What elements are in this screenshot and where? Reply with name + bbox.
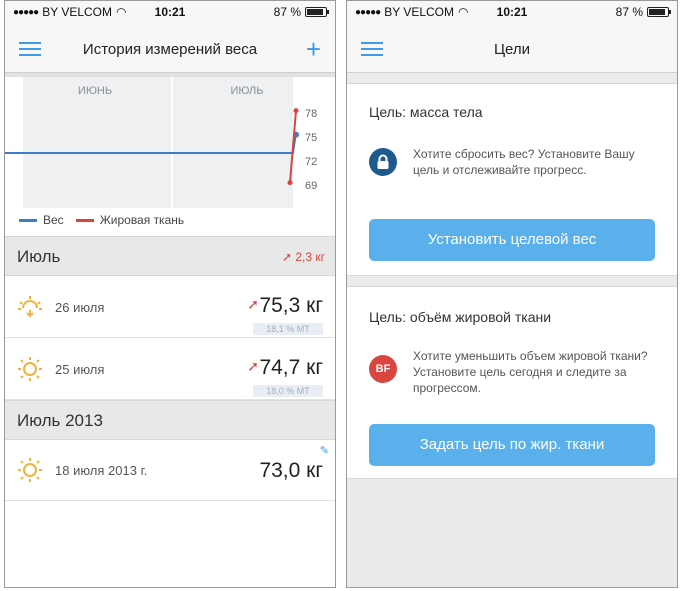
set-body-fat-goal-button[interactable]: Задать цель по жир. ткани bbox=[369, 424, 655, 466]
list-item[interactable]: 26 июля ➚ 75,3 кг 18,1 % МТ bbox=[5, 276, 335, 338]
page-title: Цели bbox=[493, 41, 531, 58]
section-header-july: Июль ➚ 2,3 кг bbox=[5, 236, 335, 276]
goal-description: Хотите уменьшить объем жировой ткани? Ус… bbox=[413, 349, 648, 395]
status-bar: ●●●●● BY VELCOM ◠ 10:21 87 % bbox=[5, 1, 335, 21]
x-tick-label: ИЮЛЬ bbox=[231, 85, 264, 97]
chart-svg: ИЮНЬ ИЮЛЬ 78 75 72 69 bbox=[5, 73, 335, 208]
goal-description: Хотите сбросить вес? Установите Вашу цел… bbox=[413, 147, 635, 177]
row-date: 25 июля bbox=[55, 362, 105, 377]
series-point-fat bbox=[293, 108, 299, 114]
battery-percent: 87 % bbox=[615, 5, 643, 19]
list-item[interactable]: 25 июля ➚ 74,7 кг 18,0 % МТ bbox=[5, 338, 335, 400]
y-tick-label: 69 bbox=[305, 180, 317, 192]
chart-legend: Вес Жировая ткань bbox=[19, 213, 184, 227]
weight-history-screen: ●●●●● BY VELCOM ◠ 10:21 87 % История измер… bbox=[4, 0, 336, 588]
row-date: 18 июля 2013 г. bbox=[55, 463, 148, 478]
y-tick-label: 78 bbox=[305, 108, 317, 120]
x-tick-label: ИЮНЬ bbox=[78, 85, 112, 97]
up-arrow-icon: ➚ bbox=[247, 358, 259, 374]
y-tick-label: 75 bbox=[305, 132, 317, 144]
section-header-july-2013: Июль 2013 bbox=[5, 400, 335, 440]
page-title: История измерений веса bbox=[82, 41, 258, 58]
battery-percent: 87 % bbox=[273, 5, 301, 19]
up-arrow-icon: ➚ bbox=[247, 296, 259, 312]
status-bar: ●●●●● BY VELCOM ◠ 10:21 87 % bbox=[347, 1, 677, 21]
nav-bar: История измерений веса + bbox=[5, 21, 335, 73]
sunrise-icon bbox=[18, 296, 42, 318]
list-empty-area bbox=[5, 501, 335, 587]
legend-label-fat: Жировая ткань bbox=[99, 213, 185, 227]
section-title: Июль bbox=[17, 247, 61, 266]
legend-swatch-weight bbox=[19, 218, 37, 222]
legend-swatch-fat bbox=[75, 218, 94, 222]
goal-title: Цель: масса тела bbox=[369, 104, 483, 120]
lock-icon bbox=[369, 148, 397, 176]
battery-icon bbox=[305, 7, 329, 17]
row-fat: 18,0 % МТ bbox=[253, 385, 323, 397]
body-fat-icon: BF bbox=[369, 355, 397, 383]
sun-icon bbox=[18, 458, 42, 482]
row-weight: 73,0 кг bbox=[259, 459, 323, 482]
up-arrow-icon: ➚ bbox=[281, 250, 292, 264]
legend-label-weight: Вес bbox=[43, 213, 64, 227]
set-target-weight-button[interactable]: Установить целевой вес bbox=[369, 219, 655, 261]
row-weight: 74,7 кг bbox=[259, 356, 323, 379]
series-point-fat bbox=[287, 180, 293, 186]
row-fat: 18,1 % МТ bbox=[253, 323, 323, 335]
goals-screen: ●●●●● BY VELCOM ◠ 10:21 87 % Цели Цель: ма… bbox=[346, 0, 678, 588]
add-measurement-button[interactable]: + bbox=[306, 36, 321, 62]
section-title: Июль 2013 bbox=[17, 411, 103, 430]
row-weight: 75,3 кг bbox=[259, 294, 323, 317]
chart-top-band bbox=[5, 73, 335, 77]
y-tick-label: 72 bbox=[305, 156, 317, 168]
battery-icon bbox=[647, 7, 671, 17]
goal-title: Цель: объём жировой ткани bbox=[369, 309, 552, 325]
nav-bar: Цели bbox=[347, 21, 677, 73]
goal-card-body-fat: Цель: объём жировой ткани BF Хотите умен… bbox=[347, 286, 677, 479]
weight-chart[interactable]: ИЮНЬ ИЮЛЬ 78 75 72 69 Вес Жировая ткань bbox=[5, 73, 335, 236]
row-date: 26 июля bbox=[55, 300, 105, 315]
goal-card-weight: Цель: масса тела Хотите сбросить вес? Ус… bbox=[347, 83, 677, 276]
list-item[interactable]: ✎ 18 июля 2013 г. 73,0 кг bbox=[5, 440, 335, 501]
pencil-icon[interactable]: ✎ bbox=[320, 444, 329, 457]
section-delta: ➚ 2,3 кг bbox=[281, 250, 325, 264]
sun-icon bbox=[18, 357, 42, 381]
